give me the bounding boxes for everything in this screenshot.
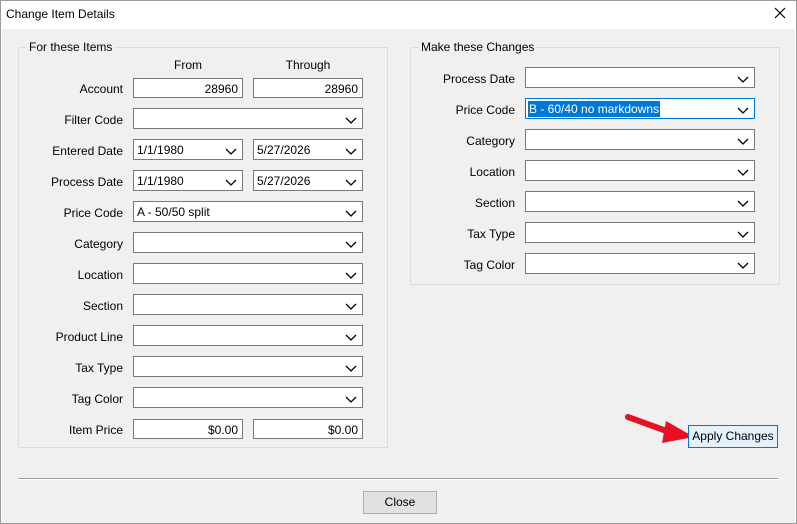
entered-date-from-value: 1/1/1980 bbox=[137, 143, 184, 157]
chevron-down-icon bbox=[737, 197, 749, 207]
chevron-down-icon bbox=[225, 145, 237, 155]
process-date-label: Process Date bbox=[50, 175, 123, 189]
filter-code-label: Filter Code bbox=[64, 113, 123, 127]
from-column-header: From bbox=[174, 58, 202, 72]
chevron-down-icon bbox=[345, 114, 357, 124]
price-code-label: Price Code bbox=[63, 206, 123, 220]
chevron-down-icon bbox=[345, 362, 357, 372]
window-title: Change Item Details bbox=[6, 7, 115, 21]
close-button[interactable]: Close bbox=[363, 491, 437, 514]
entered-date-label: Entered Date bbox=[52, 144, 123, 158]
new-location-label: Location bbox=[469, 165, 515, 179]
tag-color-label: Tag Color bbox=[71, 392, 123, 406]
filter-code-select[interactable] bbox=[133, 108, 363, 129]
through-column-header: Through bbox=[285, 58, 331, 72]
chevron-down-icon bbox=[737, 135, 749, 145]
title-bar: Change Item Details bbox=[1, 1, 796, 29]
chevron-down-icon bbox=[345, 393, 357, 403]
process-date-from-picker[interactable]: 1/1/1980 bbox=[133, 170, 243, 191]
chevron-down-icon bbox=[345, 331, 357, 341]
tax-type-label: Tax Type bbox=[75, 361, 123, 375]
chevron-down-icon bbox=[737, 166, 749, 176]
chevron-down-icon bbox=[345, 269, 357, 279]
new-tag-color-label: Tag Color bbox=[463, 258, 515, 272]
account-through-input[interactable]: 28960 bbox=[253, 78, 363, 98]
product-line-label: Product Line bbox=[55, 330, 123, 344]
new-tag-color-select[interactable] bbox=[525, 253, 755, 274]
new-location-select[interactable] bbox=[525, 160, 755, 181]
chevron-down-icon bbox=[737, 73, 749, 83]
new-category-select[interactable] bbox=[525, 129, 755, 150]
new-category-label: Category bbox=[466, 134, 515, 148]
new-process-date-select[interactable] bbox=[525, 67, 755, 88]
product-line-select[interactable] bbox=[133, 325, 363, 346]
chevron-down-icon bbox=[737, 104, 749, 114]
for-these-items-legend: For these Items bbox=[27, 40, 115, 54]
section-label: Section bbox=[82, 299, 123, 313]
account-label: Account bbox=[79, 82, 123, 96]
price-code-value: A - 50/50 split bbox=[137, 205, 210, 219]
new-price-code-label: Price Code bbox=[455, 103, 515, 117]
new-section-label: Section bbox=[474, 196, 515, 210]
chevron-down-icon bbox=[345, 145, 357, 155]
apply-changes-button[interactable]: Apply Changes bbox=[688, 425, 778, 448]
chevron-down-icon bbox=[737, 259, 749, 269]
chevron-down-icon bbox=[345, 176, 357, 186]
new-process-date-label: Process Date bbox=[442, 72, 515, 86]
tax-type-select[interactable] bbox=[133, 356, 363, 377]
category-label: Category bbox=[74, 237, 123, 251]
chevron-down-icon bbox=[345, 207, 357, 217]
chevron-down-icon bbox=[225, 176, 237, 186]
new-tax-type-select[interactable] bbox=[525, 222, 755, 243]
change-item-details-dialog: Change Item Details For these Items From… bbox=[0, 0, 797, 524]
chevron-down-icon bbox=[345, 300, 357, 310]
account-from-input[interactable]: 28960 bbox=[133, 78, 243, 98]
price-code-select[interactable]: A - 50/50 split bbox=[133, 201, 363, 222]
process-date-from-value: 1/1/1980 bbox=[137, 174, 184, 188]
new-tax-type-label: Tax Type bbox=[467, 227, 515, 241]
new-section-select[interactable] bbox=[525, 191, 755, 212]
category-select[interactable] bbox=[133, 232, 363, 253]
for-these-items-group: For these Items From Through Account 289… bbox=[18, 40, 388, 448]
new-price-code-select[interactable]: B - 60/40 no markdowns bbox=[525, 98, 755, 119]
location-label: Location bbox=[77, 268, 123, 282]
close-icon[interactable] bbox=[772, 5, 788, 21]
chevron-down-icon bbox=[737, 228, 749, 238]
item-price-from-input[interactable]: $0.00 bbox=[133, 419, 243, 439]
entered-date-from-picker[interactable]: 1/1/1980 bbox=[133, 139, 243, 160]
new-price-code-value: B - 60/40 no markdowns bbox=[528, 101, 661, 117]
chevron-down-icon bbox=[345, 238, 357, 248]
dialog-client-area: For these Items From Through Account 289… bbox=[2, 29, 795, 523]
process-date-through-picker[interactable]: 5/27/2026 bbox=[253, 170, 363, 191]
make-these-changes-group: Make these Changes Process Date Price Co… bbox=[410, 40, 780, 285]
entered-date-through-value: 5/27/2026 bbox=[257, 143, 311, 157]
item-price-through-input[interactable]: $0.00 bbox=[253, 419, 363, 439]
separator bbox=[18, 478, 778, 480]
make-these-changes-legend: Make these Changes bbox=[419, 40, 537, 54]
item-price-label: Item Price bbox=[68, 423, 123, 437]
process-date-through-value: 5/27/2026 bbox=[257, 174, 311, 188]
location-select[interactable] bbox=[133, 263, 363, 284]
section-select[interactable] bbox=[133, 294, 363, 315]
tag-color-select[interactable] bbox=[133, 387, 363, 408]
entered-date-through-picker[interactable]: 5/27/2026 bbox=[253, 139, 363, 160]
